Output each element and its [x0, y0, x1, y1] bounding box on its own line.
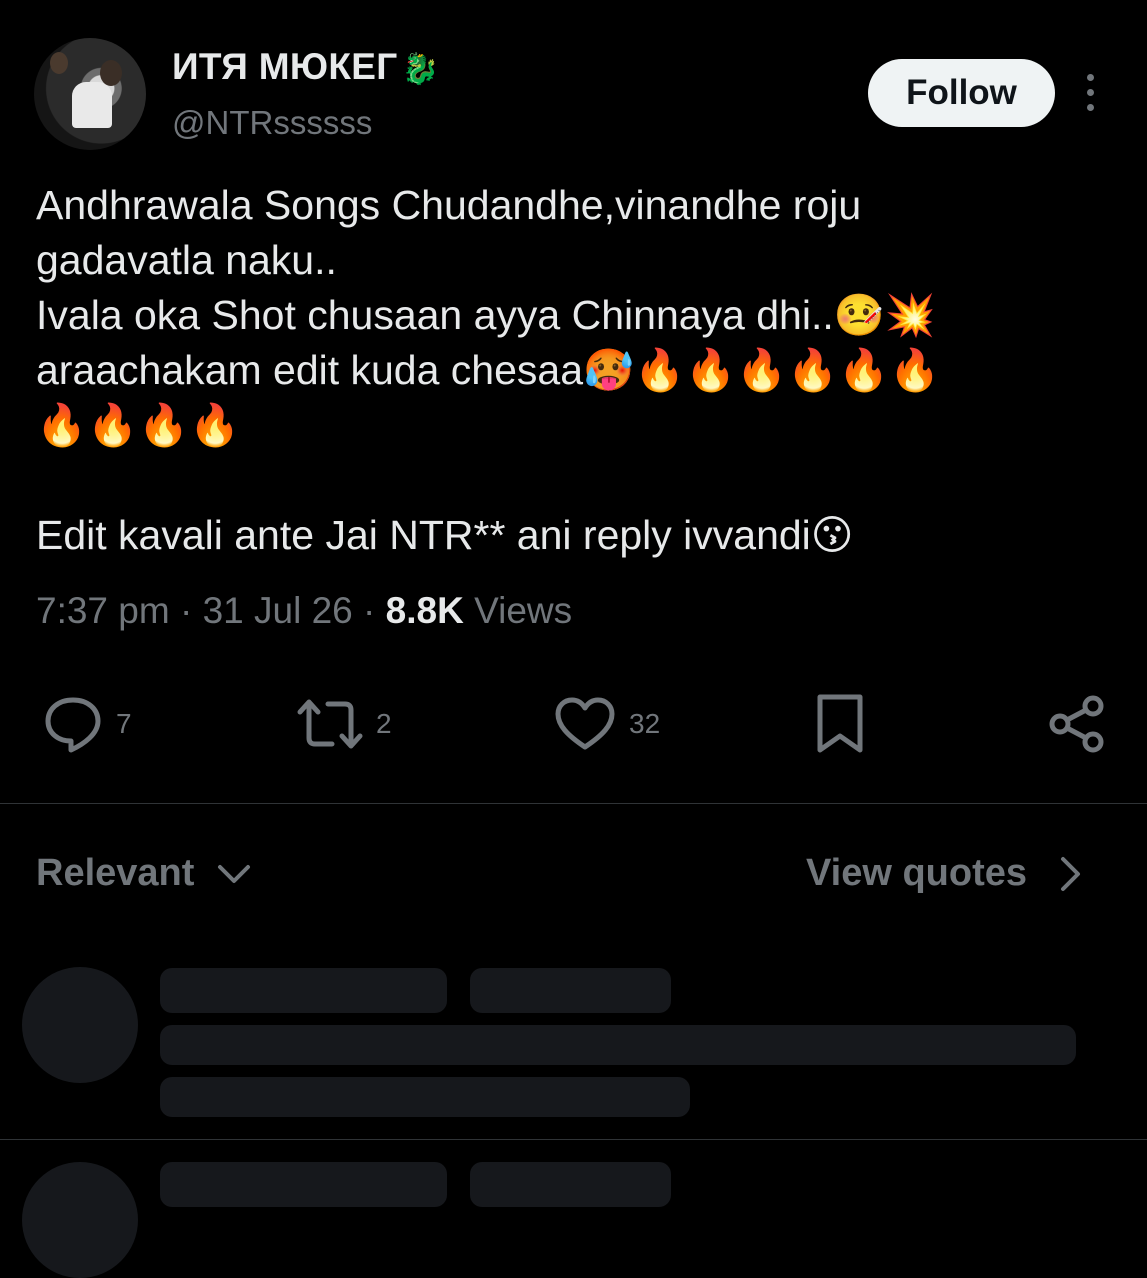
tweet-date[interactable]: 31 Jul 26: [203, 590, 353, 631]
view-quotes-label: View quotes: [806, 852, 1028, 894]
tweet-line: 🔥🔥🔥🔥: [36, 402, 241, 448]
skeleton-bar: [470, 1162, 671, 1207]
skeleton-avatar: [22, 1162, 138, 1278]
bookmark-button[interactable]: [814, 692, 866, 756]
tweet-line: Edit kavali ante Jai NTR** ani reply ivv…: [36, 512, 854, 558]
repost-count: 2: [376, 708, 392, 739]
views-label: Views: [474, 590, 573, 631]
dragon-emoji: 🐉: [401, 52, 440, 86]
reply-button[interactable]: 7: [42, 692, 132, 756]
author-name-text: ИТЯ МЮКЕГ: [172, 46, 398, 87]
author-display-name[interactable]: ИТЯ МЮКЕГ 🐉: [172, 46, 439, 88]
skeleton-bar: [470, 968, 671, 1013]
tweet-text: Andhrawala Songs Chudandhe,vinandhe roju…: [36, 178, 1126, 563]
like-icon: [555, 697, 615, 750]
tweet-line: gadavatla naku..: [36, 237, 337, 283]
share-button[interactable]: [1047, 692, 1107, 756]
tweet-line: Andhrawala Songs Chudandhe,vinandhe roju: [36, 182, 862, 228]
skeleton-bar: [160, 1077, 690, 1117]
skeleton-bar: [160, 1025, 1076, 1065]
skeleton-bar: [160, 968, 447, 1013]
meta-separator: ·: [179, 590, 203, 631]
like-count: 32: [629, 708, 661, 739]
follow-button[interactable]: Follow: [868, 59, 1055, 127]
view-quotes-link[interactable]: View quotes: [806, 852, 1083, 895]
repost-button[interactable]: 2: [296, 692, 392, 756]
divider: [0, 1139, 1147, 1140]
chevron-down-icon: [218, 864, 251, 883]
reply-icon: [45, 697, 101, 753]
tweet-time[interactable]: 7:37 pm: [36, 590, 170, 631]
meta-separator: ·: [363, 590, 386, 631]
relevant-label: Relevant: [36, 852, 195, 894]
tweet-line: araachakam edit kuda chesaa🥵🔥🔥🔥🔥🔥🔥: [36, 347, 941, 393]
skeleton-bar: [160, 1162, 447, 1207]
chevron-right-icon: [1061, 856, 1081, 891]
skeleton-avatar: [22, 967, 138, 1083]
tweet-line: Ivala oka Shot chusaan ayya Chinnaya dhi…: [36, 292, 936, 338]
sort-relevant-dropdown[interactable]: Relevant: [36, 852, 252, 895]
bookmark-icon: [817, 694, 863, 753]
like-button[interactable]: 32: [553, 692, 660, 756]
share-icon: [1049, 695, 1104, 753]
reply-count: 7: [116, 708, 132, 739]
avatar[interactable]: [34, 38, 146, 150]
repost-icon: [297, 699, 363, 749]
more-vertical-icon[interactable]: [1078, 74, 1102, 114]
author-handle[interactable]: @NTRssssss: [172, 104, 372, 142]
views-count: 8.8K: [385, 590, 464, 631]
divider: [0, 803, 1147, 804]
tweet-meta: 7:37 pm · 31 Jul 26 · 8.8K Views: [36, 590, 572, 632]
